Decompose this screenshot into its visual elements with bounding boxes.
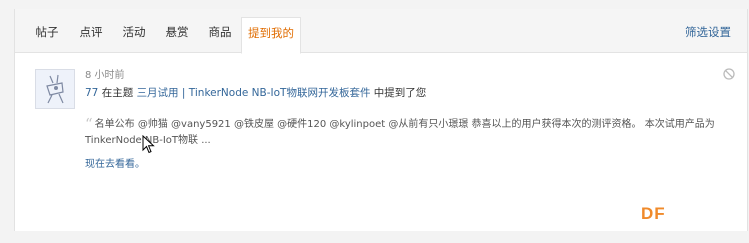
quote-mark-icon: “ xyxy=(85,115,93,133)
notice-text-after: 中提到了您 xyxy=(370,87,427,99)
quote-text: 名单公布 @帅猫 @vany5921 @铁皮屋 @硬件120 @kylinpoe… xyxy=(85,119,715,146)
watermark-logo: DF xyxy=(641,204,666,223)
tab-bar: 帖子 点评 活动 悬赏 商品 提到我的 筛选设置 xyxy=(15,9,747,54)
goto-link[interactable]: 现在去看看。 xyxy=(85,155,145,170)
tab-mentions[interactable]: 提到我的 xyxy=(241,17,301,54)
avatar[interactable] xyxy=(35,69,75,109)
notification-panel: 帖子 点评 活动 悬赏 商品 提到我的 筛选设置 8 小时前 77 在主题 三月… xyxy=(14,9,748,231)
notice-time: 8 小时前 xyxy=(85,70,125,81)
notice-quote: “名单公布 @帅猫 @vany5921 @铁皮屋 @硬件120 @kylinpo… xyxy=(85,116,725,149)
user-link[interactable]: 77 xyxy=(85,87,98,99)
tab-comments[interactable]: 点评 xyxy=(73,17,109,53)
tab-rewards[interactable]: 悬赏 xyxy=(159,17,195,53)
tab-posts[interactable]: 帖子 xyxy=(29,17,65,53)
notice-headline: 77 在主题 三月试用 | TinkerNode NB-IoT物联网开发板套件 … xyxy=(85,86,426,101)
tab-goods[interactable]: 商品 xyxy=(202,17,238,53)
mouse-cursor-icon xyxy=(142,135,155,154)
tab-activities[interactable]: 活动 xyxy=(116,17,152,53)
filter-settings-link[interactable]: 筛选设置 xyxy=(685,17,731,47)
avatar-image xyxy=(36,70,74,108)
ignore-icon[interactable] xyxy=(723,68,735,80)
thread-link[interactable]: 三月试用 | TinkerNode NB-IoT物联网开发板套件 xyxy=(137,87,371,99)
notice-text-before: 在主题 xyxy=(98,87,137,99)
